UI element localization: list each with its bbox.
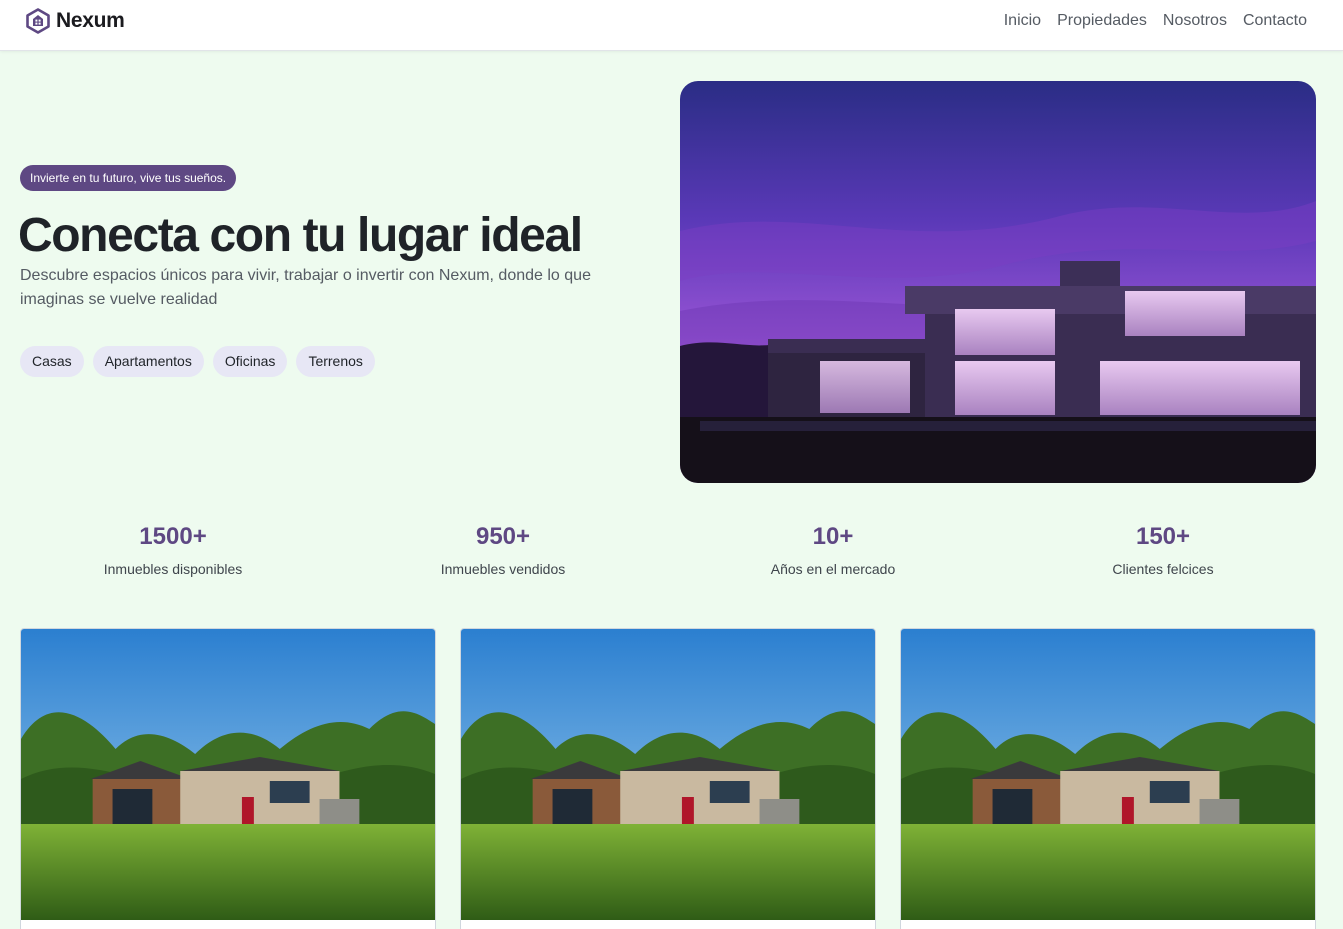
stat-available: 1500+ Inmuebles disponibles (23, 522, 323, 578)
navbar: Nexum Inicio Propiedades Nosotros Contac… (0, 0, 1343, 51)
stat-value: 1500+ (139, 523, 207, 550)
stat-value: 10+ (812, 523, 854, 550)
stat-sold: 950+ Inmuebles vendidos (353, 522, 653, 578)
property-card[interactable] (20, 628, 436, 929)
stat-label: Inmuebles vendidos (440, 561, 566, 577)
property-card[interactable] (460, 628, 876, 929)
nav-item-contacto[interactable]: Contacto (1243, 11, 1307, 31)
stat-clients: 150+ Clientes felcices (1013, 522, 1313, 578)
nav-links: Inicio Propiedades Nosotros Contacto (1004, 11, 1307, 31)
stat-value: 150+ (1135, 523, 1191, 550)
nav-item-propiedades[interactable]: Propiedades (1057, 11, 1147, 31)
property-image (901, 629, 1315, 920)
stat-label: Inmuebles disponibles (103, 561, 243, 577)
hero-description: Descubre espacios únicos para vivir, tra… (20, 267, 591, 308)
stat-value: 950+ (475, 523, 531, 550)
property-image (461, 629, 875, 920)
nav-item-nosotros[interactable]: Nosotros (1163, 11, 1227, 31)
chip-oficinas[interactable]: Oficinas (212, 346, 288, 377)
stat-years: 10+ Años en el mercado (683, 522, 983, 578)
hero-title: Conecta con tu lugar ideal (18, 209, 583, 262)
property-image (21, 629, 435, 920)
stat-label: Años en el mercado (770, 561, 896, 577)
brand-name: Nexum (56, 9, 125, 32)
chip-casas[interactable]: Casas (20, 346, 84, 377)
chip-terrenos[interactable]: Terrenos (296, 346, 375, 377)
category-chips: Casas Apartamentos Oficinas Terrenos (20, 346, 375, 377)
hero-badge: Invierte en tu futuro, vive tus sueños. (20, 165, 237, 191)
brand-link[interactable]: Nexum (26, 8, 125, 34)
nav-item-inicio[interactable]: Inicio (1004, 11, 1041, 31)
stat-label: Clientes felcices (1112, 561, 1214, 577)
chip-apartamentos[interactable]: Apartamentos (92, 346, 204, 377)
house-hexagon-icon (26, 8, 50, 34)
hero-house-image (680, 81, 1316, 483)
property-card[interactable] (900, 628, 1316, 929)
